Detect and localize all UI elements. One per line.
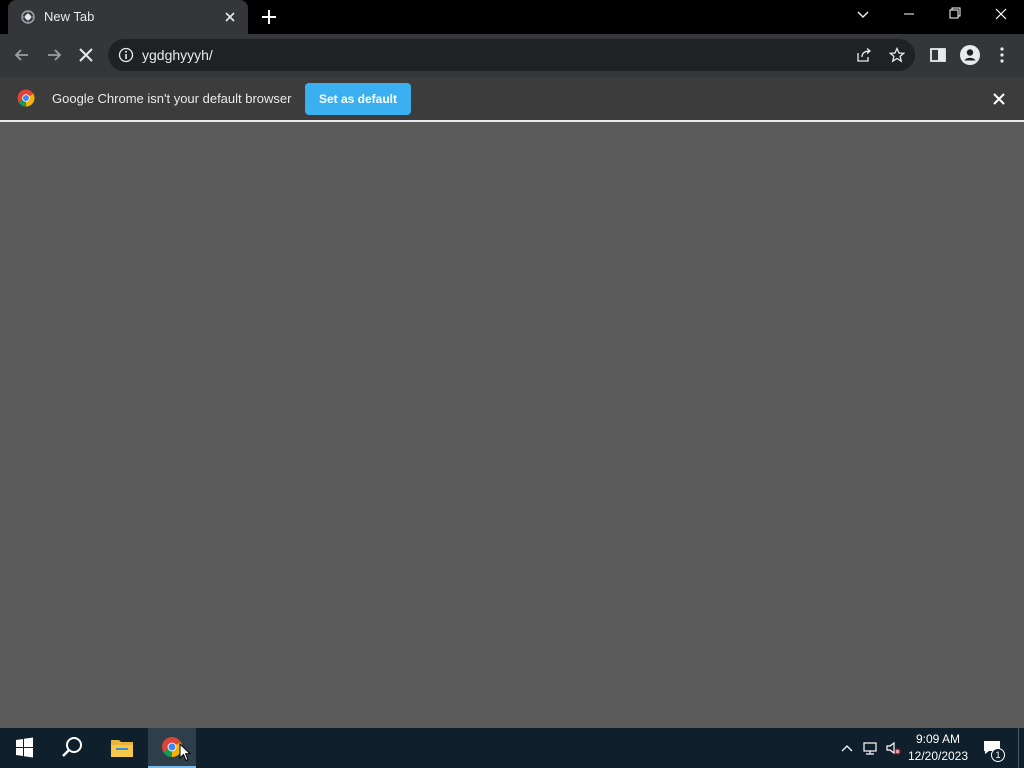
forward-arrow-icon[interactable] [40,41,68,69]
address-bar[interactable]: ygdghyyyh/ [108,39,915,71]
share-icon[interactable] [856,47,872,63]
search-icon[interactable] [48,728,96,768]
clock-date[interactable]: 12/20/2023 [905,749,971,764]
clock-time[interactable]: 9:09 AM [905,732,971,747]
url-text[interactable]: ygdghyyyh/ [142,47,213,63]
site-info-icon[interactable] [118,47,134,63]
tab-title: New Tab [44,9,95,24]
infobar-close-icon[interactable] [990,90,1008,108]
chevron-up-icon[interactable] [839,740,855,756]
windows-start-icon[interactable] [0,728,48,768]
bookmark-star-icon[interactable] [889,47,905,63]
file-explorer-icon[interactable] [98,728,146,768]
tab-close-icon[interactable] [222,9,238,25]
loading-globe-icon [20,9,36,25]
volume-muted-icon[interactable] [885,740,901,756]
notification-count-badge: 1 [991,748,1005,762]
profile-icon[interactable] [956,41,984,69]
restore-icon[interactable] [932,0,978,30]
page-content[interactable] [0,122,1024,728]
kebab-menu-icon[interactable] [988,41,1016,69]
network-icon[interactable] [862,740,878,756]
mouse-cursor-icon [179,743,191,762]
chrome-logo-icon [17,89,35,107]
minimize-icon[interactable] [886,0,932,30]
infobar-message: Google Chrome isn't your default browser [52,91,292,106]
tab-search-icon[interactable] [852,4,874,26]
side-panel-icon[interactable] [924,41,952,69]
show-desktop-button[interactable] [1018,728,1024,768]
browser-toolbar: ygdghyyyh/ [0,34,1024,77]
windows-taskbar: 9:09 AM 12/20/2023 1 [0,728,1024,768]
close-icon[interactable] [978,0,1024,30]
tab-new-tab[interactable]: New Tab [8,0,248,34]
default-browser-infobar: Google Chrome isn't your default browser… [0,77,1024,122]
stop-loading-icon[interactable] [72,41,100,69]
back-arrow-icon[interactable] [8,41,36,69]
title-bar: New Tab [0,0,1024,34]
new-tab-plus-icon[interactable] [258,6,280,28]
set-as-default-button[interactable]: Set as default [305,83,411,115]
